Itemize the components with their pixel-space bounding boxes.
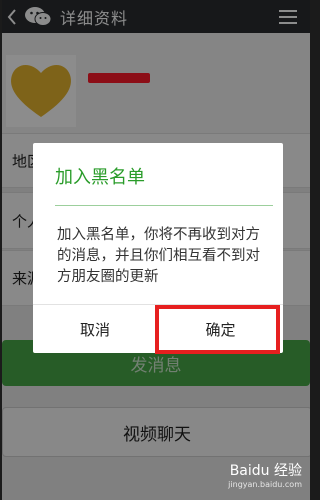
watermark-url: jingyan.baidu.com — [228, 480, 302, 489]
dialog-title-divider — [55, 205, 273, 206]
watermark-brand: Baidu 经验 — [229, 463, 302, 479]
wechat-screen: 详细资料 地区 个人相册 来源 发消息 视频聊天 加入黑名单 加入黑名单，你将不… — [2, 0, 310, 500]
dialog-title: 加入黑名单 — [55, 167, 145, 188]
baidu-watermark: Baidu 经验 jingyan.baidu.com — [228, 464, 302, 492]
confirm-highlight-box — [155, 305, 280, 354]
cancel-button[interactable]: 取消 — [33, 305, 157, 353]
dialog-message: 加入黑名单，你将不再收到对方的消息，并且你们相互看不到对方朋友圈的更新 — [57, 227, 260, 285]
